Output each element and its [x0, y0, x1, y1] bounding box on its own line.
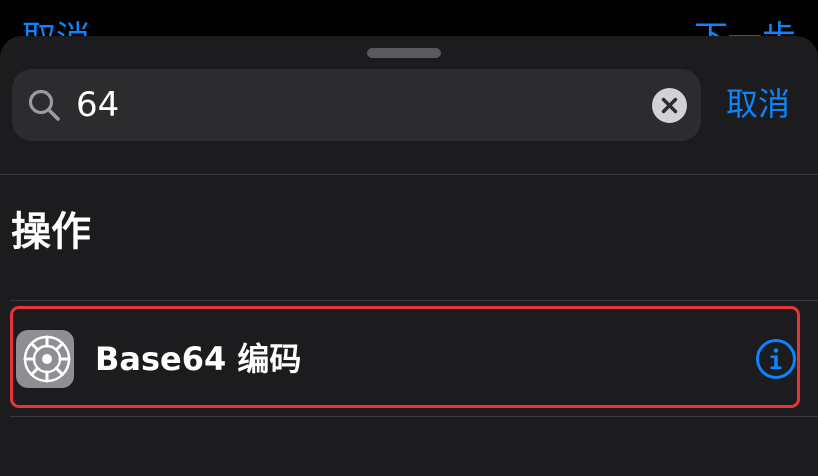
action-row-base64-encode[interactable]: Base64 编码 — [10, 306, 800, 408]
action-picker-sheet: 取消 操作 — [0, 36, 818, 476]
screen: 取消 下一步 取消 操作 — [0, 0, 818, 476]
settings-app-icon — [16, 330, 74, 388]
divider — [10, 416, 818, 417]
search-input[interactable] — [76, 81, 636, 129]
divider — [10, 300, 818, 301]
search-field[interactable] — [12, 69, 701, 141]
divider — [0, 174, 818, 175]
search-bar: 取消 — [12, 69, 818, 141]
sheet-grabber[interactable] — [367, 48, 441, 58]
cancel-button[interactable]: 取消 — [726, 83, 790, 125]
gear-icon — [23, 335, 71, 383]
background-nav-bar: 取消 下一步 — [0, 0, 818, 56]
clear-icon[interactable] — [652, 88, 687, 123]
info-icon[interactable] — [755, 338, 797, 380]
action-label: Base64 编码 — [95, 340, 302, 378]
search-icon — [28, 89, 60, 121]
section-title: 操作 — [11, 209, 91, 255]
